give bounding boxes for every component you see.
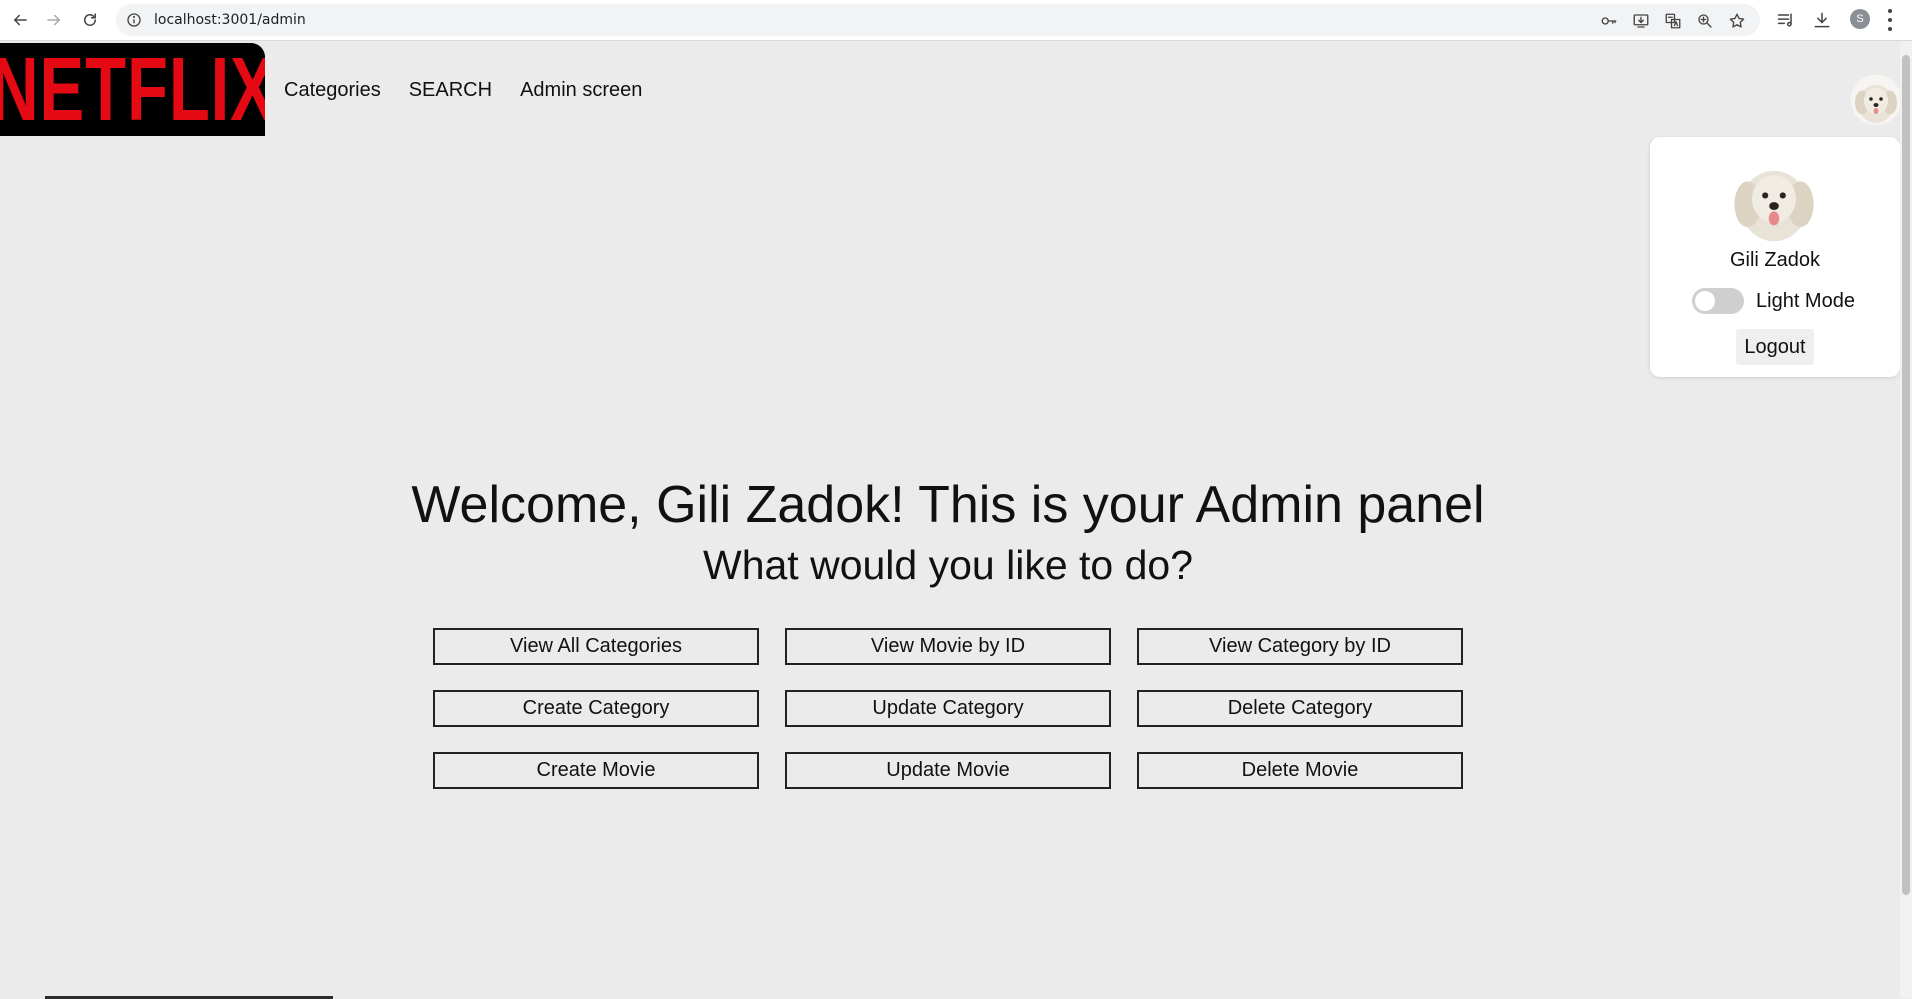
view-movie-by-id-button[interactable]: View Movie by ID [785, 628, 1111, 665]
view-all-categories-button[interactable]: View All Categories [433, 628, 759, 665]
scrollbar-thumb[interactable] [1902, 55, 1910, 895]
admin-actions: View All Categories View Movie by ID Vie… [433, 628, 1463, 789]
bookmark-star-icon[interactable] [1728, 12, 1746, 30]
dog-avatar-image [1730, 155, 1818, 243]
site-info-icon[interactable] [126, 12, 142, 28]
forward-button[interactable] [40, 6, 68, 34]
url-text: localhost:3001/admin [154, 12, 306, 28]
create-category-button[interactable]: Create Category [433, 690, 759, 727]
create-movie-button[interactable]: Create Movie [433, 752, 759, 789]
nav-search[interactable]: SEARCH [409, 79, 492, 102]
zoom-icon[interactable] [1696, 12, 1714, 30]
user-avatar[interactable] [1851, 75, 1901, 125]
page: NETFLIX Categories SEARCH Admin screen G… [0, 41, 1901, 999]
browser-menu-icon[interactable] [1886, 9, 1894, 31]
browser-toolbar: localhost:3001/admin S [0, 0, 1912, 41]
view-category-by-id-button[interactable]: View Category by ID [1137, 628, 1463, 665]
address-bar[interactable]: localhost:3001/admin [116, 4, 1760, 36]
profile-name: Gili Zadok [1729, 249, 1821, 271]
arrow-right-icon [47, 14, 60, 26]
back-button[interactable] [6, 6, 34, 34]
delete-category-button[interactable]: Delete Category [1137, 690, 1463, 727]
update-category-button[interactable]: Update Category [785, 690, 1111, 727]
logout-button[interactable]: Logout [1736, 329, 1814, 365]
install-app-icon[interactable] [1632, 12, 1650, 30]
nav-admin-screen[interactable]: Admin screen [520, 79, 642, 102]
arrow-left-icon [14, 14, 27, 26]
translate-icon[interactable] [1664, 12, 1682, 30]
nav-categories[interactable]: Categories [284, 79, 381, 102]
logo-text: NETFLIX [0, 43, 265, 136]
delete-movie-button[interactable]: Delete Movie [1137, 752, 1463, 789]
mode-label: Light Mode [1756, 290, 1855, 312]
downloads-icon[interactable] [1812, 10, 1832, 30]
welcome-heading: Welcome, Gili Zadok! This is your Admin … [411, 476, 1485, 534]
profile-dropdown: Gili Zadok Light Mode Logout [1650, 137, 1900, 377]
vertical-scrollbar[interactable] [1900, 41, 1912, 998]
light-mode-toggle[interactable] [1692, 288, 1744, 314]
password-key-icon[interactable] [1600, 12, 1618, 30]
dog-avatar-image [1851, 75, 1901, 125]
top-nav: Categories SEARCH Admin screen [284, 79, 642, 102]
reload-icon [84, 13, 96, 26]
reload-button[interactable] [76, 6, 104, 34]
prompt-subheading: What would you like to do? [703, 542, 1193, 588]
update-movie-button[interactable]: Update Movie [785, 752, 1111, 789]
profile-avatar [1730, 155, 1818, 243]
reading-list-icon[interactable] [1776, 10, 1796, 30]
toggle-knob [1695, 291, 1715, 311]
netflix-logo[interactable]: NETFLIX [0, 43, 265, 136]
browser-profile-avatar[interactable]: S [1850, 9, 1870, 29]
